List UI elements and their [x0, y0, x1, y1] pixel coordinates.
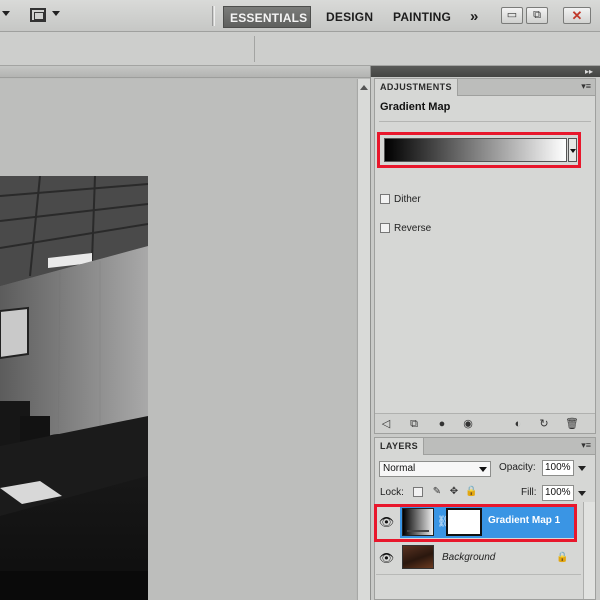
more-workspaces-button[interactable]: »: [464, 6, 485, 28]
tab-layers[interactable]: LAYERS: [375, 438, 425, 455]
layers-panel: LAYERS ▾≡ Normal Opacity: 100% Lock: ✎ ✥…: [374, 437, 596, 600]
layer-highlight-box: [374, 504, 577, 542]
adjustments-footer: ◁ ⧉ ● ◉ ◐ ↻ 🗑: [375, 413, 595, 433]
dither-label: Dither: [394, 194, 421, 205]
reverse-label: Reverse: [394, 223, 432, 234]
options-bar: [0, 32, 600, 66]
layer-row-gradient-map[interactable]: 👁 ⛓ Gradient Map 1: [374, 504, 581, 542]
dither-checkbox[interactable]: [380, 194, 390, 204]
panel-menu-icon[interactable]: ▾≡: [581, 440, 591, 451]
tab-adjustments[interactable]: ADJUSTMENTS: [375, 79, 458, 96]
eye-icon[interactable]: ◉: [461, 417, 475, 431]
document-tab-strip: [0, 66, 370, 78]
clip-icon[interactable]: ⧉: [407, 417, 421, 431]
workspace-painting-button[interactable]: PAINTING: [387, 6, 457, 28]
layer-name[interactable]: Background: [442, 552, 495, 563]
layers-tabstrip: LAYERS ▾≡: [375, 438, 595, 455]
adjustment-title: Gradient Map: [380, 101, 451, 113]
gradient-highlight-box: [377, 132, 581, 168]
fill-label: Fill:: [521, 487, 537, 498]
back-arrow-icon[interactable]: ◁: [379, 417, 393, 431]
minimize-button[interactable]: ▭: [501, 7, 523, 24]
divider: [379, 121, 591, 122]
close-button[interactable]: ✕: [563, 7, 591, 24]
opacity-label: Opacity:: [499, 462, 536, 473]
gradient-dropdown-button[interactable]: [568, 138, 577, 162]
vertical-scrollbar[interactable]: [357, 79, 370, 600]
blend-mode-select[interactable]: Normal: [379, 461, 491, 477]
workspace-design-button[interactable]: DESIGN: [320, 6, 379, 28]
lock-move-icon[interactable]: ✥: [448, 486, 460, 498]
lock-all-icon[interactable]: 🔒: [465, 486, 477, 498]
fill-field[interactable]: 100%: [542, 485, 574, 501]
reverse-checkbox[interactable]: [380, 223, 390, 233]
chevron-down-icon[interactable]: [578, 491, 586, 496]
lock-brush-icon[interactable]: ✎: [431, 486, 443, 498]
chevron-down-icon[interactable]: [2, 11, 10, 16]
lock-label: Lock:: [380, 487, 404, 498]
options-divider: [254, 36, 255, 62]
panel-dock: ▸▸ ADJUSTMENTS ▾≡ Gradient Map Dither Re…: [370, 66, 600, 600]
panel-menu-icon[interactable]: ▾≡: [581, 81, 591, 92]
layers-scrollbar[interactable]: [583, 502, 595, 599]
lock-icon: 🔒: [556, 552, 569, 563]
restore-button[interactable]: ⧉: [526, 7, 548, 24]
gradient-picker[interactable]: [384, 138, 567, 162]
chevron-down-icon[interactable]: [578, 466, 586, 471]
lock-transparency-icon[interactable]: [413, 487, 423, 497]
adjustments-panel: ADJUSTMENTS ▾≡ Gradient Map Dither Rever…: [374, 78, 596, 434]
screen-mode-icon[interactable]: [30, 8, 46, 22]
chevron-down-icon[interactable]: [52, 11, 60, 16]
layer-row-background[interactable]: 👁 Background 🔒: [376, 542, 581, 575]
dock-collapse-bar[interactable]: ▸▸: [371, 66, 600, 77]
eye-icon[interactable]: 👁: [379, 551, 394, 565]
scroll-up-arrow-icon[interactable]: [360, 85, 368, 90]
view-previous-icon[interactable]: ◐: [511, 417, 525, 431]
double-chevron-right-icon[interactable]: ▸▸: [585, 67, 593, 76]
visibility-toggle-icon[interactable]: ●: [435, 417, 449, 431]
adjustments-tabstrip: ADJUSTMENTS ▾≡: [375, 79, 595, 96]
opacity-field[interactable]: 100%: [542, 460, 574, 476]
workspace-essentials-button[interactable]: ESSENTIALS: [223, 6, 311, 28]
reset-icon[interactable]: ↻: [537, 417, 551, 431]
toolbar-divider: [212, 6, 215, 26]
trash-icon[interactable]: 🗑: [565, 417, 579, 431]
layer-thumbnail[interactable]: [402, 545, 434, 569]
application-bar: ESSENTIALS DESIGN PAINTING » ▭ ⧉ ✕: [0, 0, 600, 32]
document-area: [0, 66, 370, 600]
document-image[interactable]: [0, 176, 148, 600]
